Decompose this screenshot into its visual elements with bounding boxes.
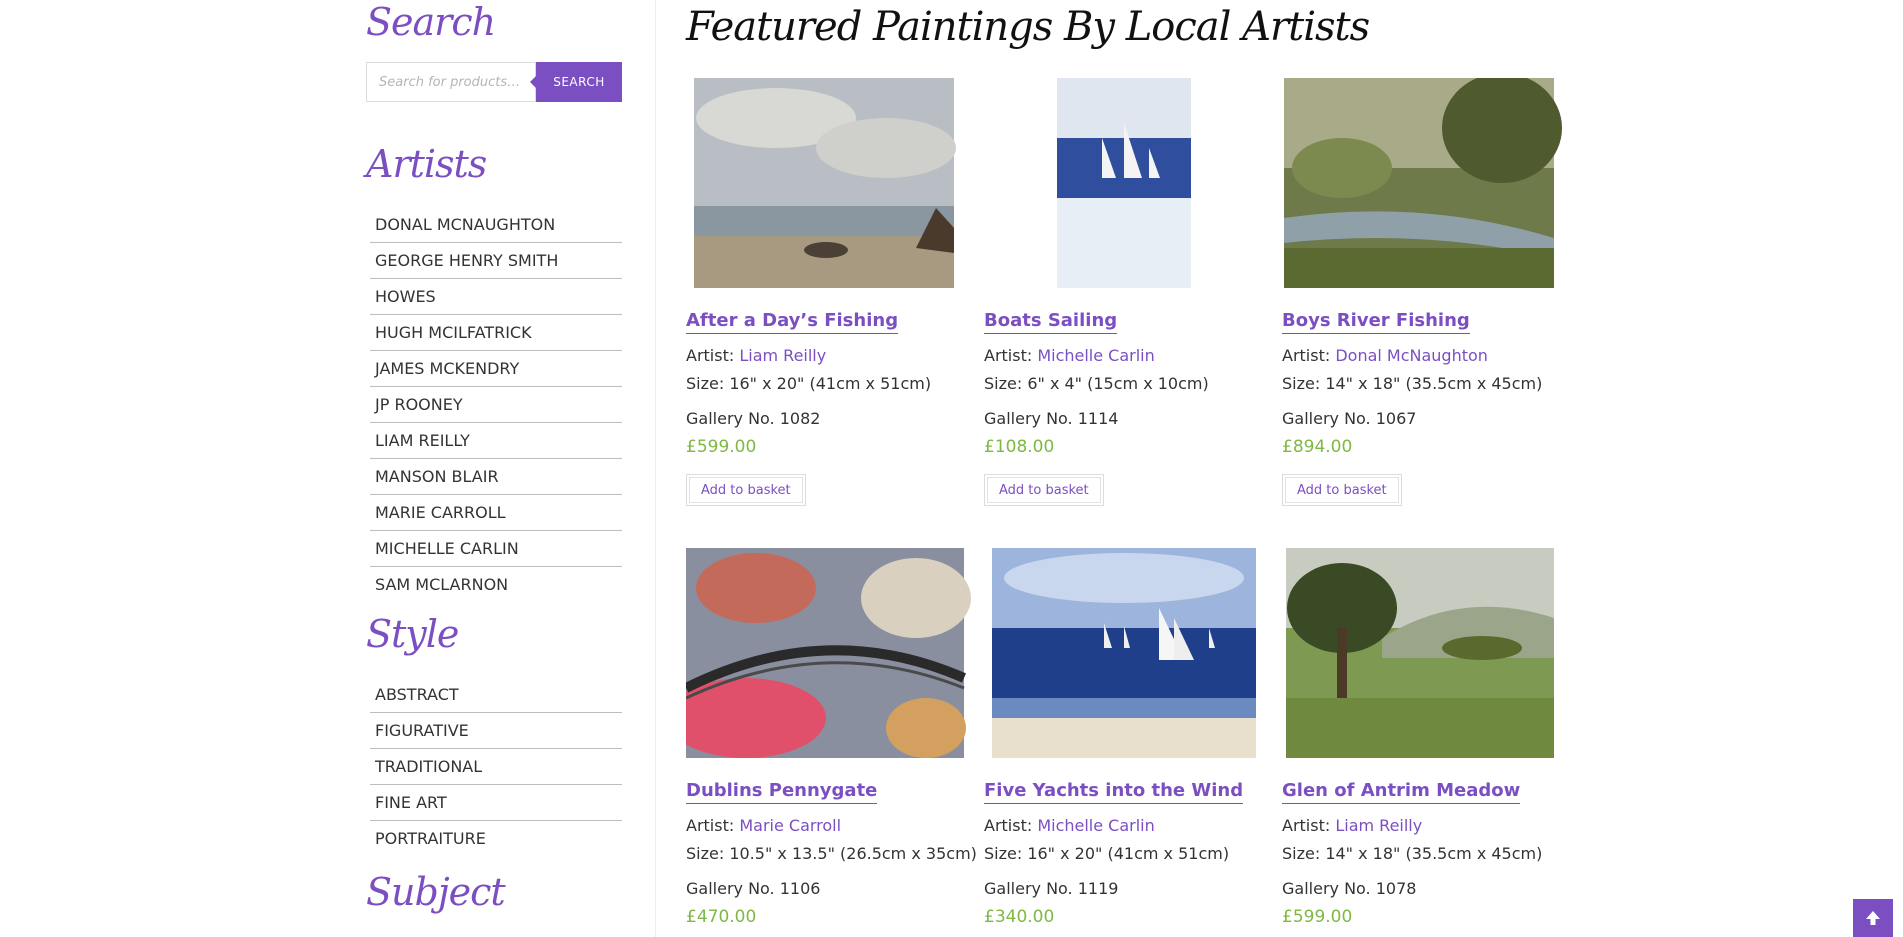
artist-label: Artist: — [984, 346, 1038, 365]
artist-link[interactable]: Marie Carroll — [739, 816, 841, 835]
product-artist: Artist: Liam Reilly — [1282, 816, 1422, 835]
artist-label: Artist: — [984, 816, 1038, 835]
style-link[interactable]: ABSTRACT — [370, 677, 622, 713]
product-size: Size: 16" x 20" (41cm x 51cm) — [686, 374, 932, 393]
artist-link[interactable]: Michelle Carlin — [1037, 346, 1154, 365]
artist-link[interactable]: Donal McNaughton — [1335, 346, 1488, 365]
artist-label: Artist: — [686, 816, 740, 835]
style-link[interactable]: TRADITIONAL — [370, 749, 622, 785]
search-button[interactable]: SEARCH — [530, 62, 622, 102]
product-title-link[interactable]: Dublins Pennygate — [686, 780, 878, 804]
artist-label: Artist: — [1282, 816, 1336, 835]
product-size: Size: 10.5" x 13.5" (26.5cm x 35cm) — [686, 844, 977, 863]
add-to-basket-button[interactable]: Add to basket — [686, 474, 806, 506]
style-list: ABSTRACT FIGURATIVE TRADITIONAL FINE ART… — [370, 677, 622, 857]
scroll-to-top-button[interactable] — [1853, 899, 1893, 937]
gallery-number: Gallery No. 1106 — [686, 879, 821, 898]
artist-link[interactable]: MICHELLE CARLIN — [370, 531, 622, 567]
product-title-link[interactable]: Boats Sailing — [984, 310, 1118, 334]
product-image[interactable] — [984, 78, 1274, 288]
style-widget-title: Style — [366, 612, 459, 656]
gallery-number: Gallery No. 1078 — [1282, 879, 1417, 898]
product-artist: Artist: Donal McNaughton — [1282, 346, 1488, 365]
product-artist: Artist: Michelle Carlin — [984, 346, 1155, 365]
product-title-link[interactable]: After a Day’s Fishing — [686, 310, 899, 334]
product-artist: Artist: Marie Carroll — [686, 816, 841, 835]
gallery-number: Gallery No. 1119 — [984, 879, 1119, 898]
artist-link[interactable]: Liam Reilly — [1335, 816, 1422, 835]
artist-link[interactable]: DONAL MCNAUGHTON — [370, 207, 622, 243]
artist-link[interactable]: GEORGE HENRY SMITH — [370, 243, 622, 279]
add-to-basket-button[interactable]: Add to basket — [1282, 474, 1402, 506]
artist-link[interactable]: SAM MCLARNON — [370, 567, 622, 603]
artist-link[interactable]: Liam Reilly — [739, 346, 826, 365]
page-title: Featured Paintings By Local Artists — [686, 4, 1370, 50]
artist-link[interactable]: JP ROONEY — [370, 387, 622, 423]
product-artist: Artist: Michelle Carlin — [984, 816, 1155, 835]
subject-widget-title: Subject — [366, 870, 506, 914]
artists-widget-title: Artists — [366, 142, 487, 186]
style-link[interactable]: FIGURATIVE — [370, 713, 622, 749]
product-image[interactable] — [686, 548, 976, 758]
style-link[interactable]: FINE ART — [370, 785, 622, 821]
arrow-up-icon — [1866, 911, 1880, 925]
product-title-link[interactable]: Glen of Antrim Meadow — [1282, 780, 1521, 804]
product-image[interactable] — [984, 548, 1274, 758]
add-to-basket-button[interactable]: Add to basket — [984, 474, 1104, 506]
product-title-link[interactable]: Boys River Fishing — [1282, 310, 1470, 334]
product-price: £894.00 — [1282, 437, 1353, 457]
product-image[interactable] — [1282, 548, 1572, 758]
style-link[interactable]: PORTRAITURE — [370, 821, 622, 857]
product-artist: Artist: Liam Reilly — [686, 346, 826, 365]
product-price: £599.00 — [686, 437, 757, 457]
product-image[interactable] — [1282, 78, 1572, 288]
search-input[interactable] — [366, 62, 536, 102]
artist-label: Artist: — [1282, 346, 1336, 365]
product-size: Size: 6" x 4" (15cm x 10cm) — [984, 374, 1209, 393]
artist-link[interactable]: MANSON BLAIR — [370, 459, 622, 495]
search-widget-title: Search — [366, 0, 496, 44]
product-size: Size: 16" x 20" (41cm x 51cm) — [984, 844, 1230, 863]
product-price: £340.00 — [984, 907, 1055, 927]
product-price: £108.00 — [984, 437, 1055, 457]
gallery-number: Gallery No. 1067 — [1282, 409, 1417, 428]
product-price: £470.00 — [686, 907, 757, 927]
artist-link[interactable]: MARIE CARROLL — [370, 495, 622, 531]
product-search-form: SEARCH — [366, 62, 622, 102]
gallery-number: Gallery No. 1114 — [984, 409, 1119, 428]
artist-link[interactable]: HOWES — [370, 279, 622, 315]
artist-link[interactable]: LIAM REILLY — [370, 423, 622, 459]
product-size: Size: 14" x 18" (35.5cm x 45cm) — [1282, 844, 1543, 863]
artists-list: DONAL MCNAUGHTON GEORGE HENRY SMITH HOWE… — [370, 207, 622, 603]
sidebar-divider — [655, 0, 656, 937]
product-title-link[interactable]: Five Yachts into the Wind — [984, 780, 1244, 804]
artist-link[interactable]: Michelle Carlin — [1037, 816, 1154, 835]
product-size: Size: 14" x 18" (35.5cm x 45cm) — [1282, 374, 1543, 393]
gallery-number: Gallery No. 1082 — [686, 409, 821, 428]
artist-label: Artist: — [686, 346, 740, 365]
artist-link[interactable]: JAMES MCKENDRY — [370, 351, 622, 387]
product-price: £599.00 — [1282, 907, 1353, 927]
artist-link[interactable]: HUGH MCILFATRICK — [370, 315, 622, 351]
product-image[interactable] — [686, 78, 976, 288]
